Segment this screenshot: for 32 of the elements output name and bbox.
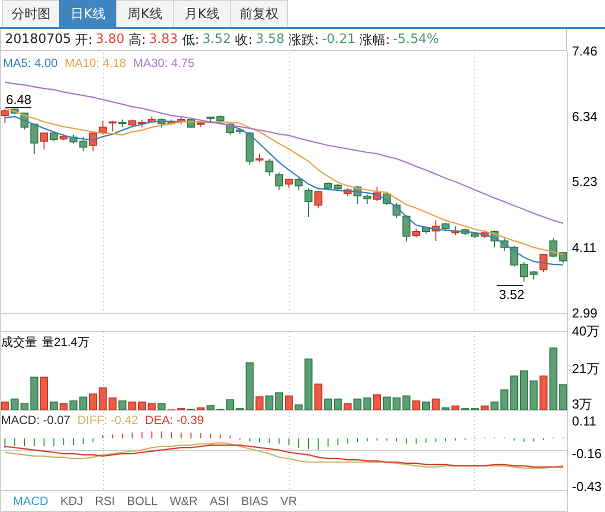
legend-label: DEA: -0.39 [145, 413, 204, 427]
quote-value: 3.58 [256, 32, 285, 47]
axis-label: 40万 [572, 324, 600, 338]
quote-value: -0.21 [322, 32, 356, 47]
axis-label: 2.99 [572, 306, 598, 320]
axis-label: 6.34 [572, 109, 598, 124]
legend-label: MACD: -0.07 [1, 413, 70, 427]
volume-title: 成交量 [1, 335, 37, 349]
quote-value: 3.80 [96, 32, 125, 47]
axis-label: -0.16 [572, 446, 602, 462]
axis-label: 5.23 [572, 174, 598, 190]
quote-label: 收: [235, 32, 253, 48]
date-label: 20180705 [5, 32, 72, 47]
quote-label: 低: [182, 32, 200, 48]
quote-label: 高: [128, 32, 146, 48]
quote-value: 3.83 [148, 32, 178, 47]
axis-label: 21万 [572, 361, 600, 376]
axis-label: 4.11 [572, 240, 596, 255]
quote-value: 3.52 [202, 32, 232, 47]
quote-label: 涨跌: [288, 32, 319, 48]
axis-label: 0.11 [572, 413, 596, 428]
quote-label: 开: [75, 32, 93, 48]
axis-label: 3万 [572, 396, 592, 412]
axis-label: 7.46 [572, 44, 598, 58]
legend-label: MA10: 4.18 [64, 56, 126, 70]
legend-label: MA5: 4.00 [3, 56, 58, 70]
axis-label: -0.43 [572, 478, 602, 494]
legend-label: MA30: 4.75 [133, 56, 194, 70]
quote-value: -5.54% [392, 32, 439, 47]
volume-value: 量21.4万 [42, 335, 90, 349]
quote-label: 涨幅: [360, 32, 390, 48]
legend-label: DIFF: -0.42 [77, 413, 138, 427]
